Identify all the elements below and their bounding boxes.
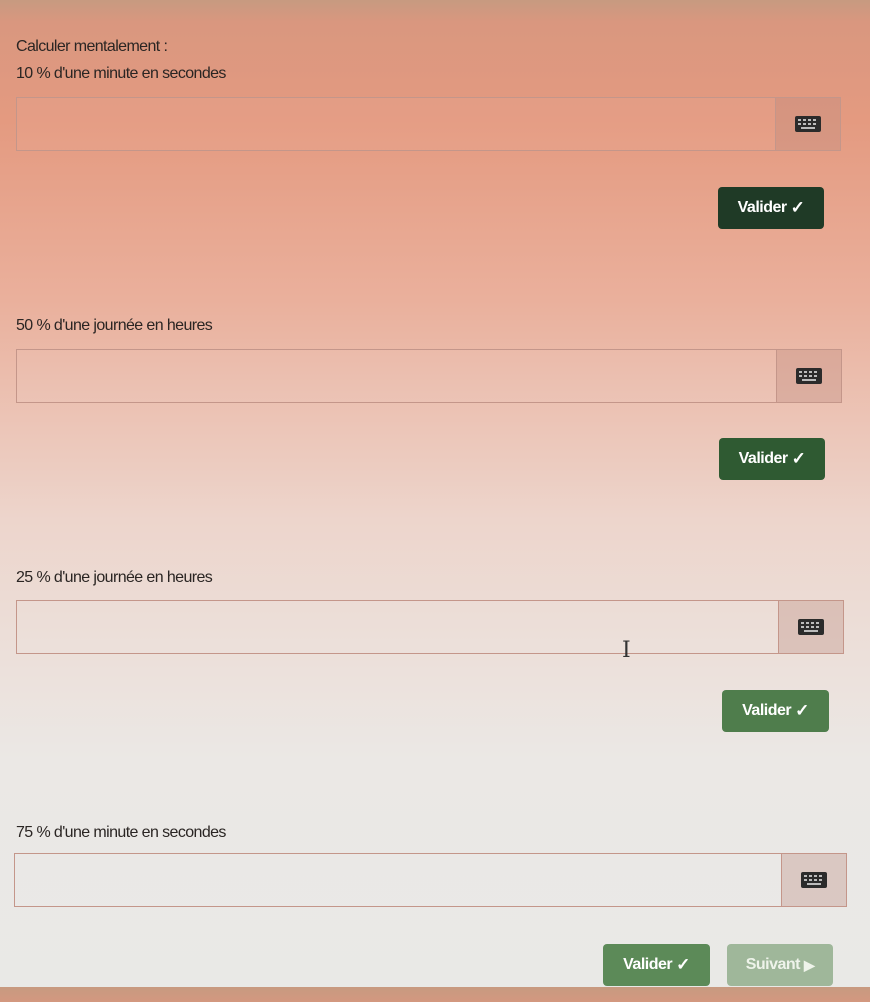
keyboard-button-4[interactable] xyxy=(781,853,847,907)
answer-field-3 xyxy=(16,600,779,654)
validate-button-4[interactable]: Valider ✓ xyxy=(603,944,710,986)
validate-button-1[interactable]: Valider ✓ xyxy=(718,187,824,229)
play-icon: ▶ xyxy=(804,956,815,973)
answer-field-2 xyxy=(16,349,777,403)
keyboard-icon xyxy=(796,368,822,384)
validate-button-3-label: Valider xyxy=(742,702,792,719)
check-icon: ✓ xyxy=(791,449,806,468)
keyboard-button-2[interactable] xyxy=(776,349,842,403)
keyboard-icon xyxy=(798,619,824,635)
question-1-label: 10 % d'une minute en secondes xyxy=(16,65,226,82)
text-cursor-icon: I xyxy=(622,638,631,663)
answer-field-4 xyxy=(14,853,782,907)
answer-input-2[interactable] xyxy=(17,350,776,402)
keyboard-button-1[interactable] xyxy=(775,97,841,151)
next-button[interactable]: Suivant ▶ xyxy=(727,944,833,986)
validate-button-3[interactable]: Valider ✓ xyxy=(722,690,829,732)
keyboard-icon xyxy=(801,872,827,888)
answer-field-1 xyxy=(16,97,776,151)
keyboard-button-3[interactable] xyxy=(778,600,844,654)
answer-input-3[interactable] xyxy=(17,601,778,653)
next-button-label: Suivant xyxy=(745,956,801,973)
validate-button-4-label: Valider xyxy=(623,956,673,973)
answer-input-4[interactable] xyxy=(15,854,781,906)
validate-button-2[interactable]: Valider ✓ xyxy=(719,438,825,480)
check-icon: ✓ xyxy=(795,701,809,720)
question-2-label: 50 % d'une journée en heures xyxy=(16,317,213,334)
exercise-title: Calculer mentalement : xyxy=(16,38,168,55)
validate-button-1-label: Valider xyxy=(737,199,787,216)
validate-button-2-label: Valider xyxy=(738,450,788,467)
answer-input-1[interactable] xyxy=(17,98,775,150)
check-icon: ✓ xyxy=(790,198,805,217)
question-4-label: 75 % d'une minute en secondes xyxy=(16,824,226,841)
question-3-label: 25 % d'une journée en heures xyxy=(16,569,213,586)
check-icon: ✓ xyxy=(676,955,690,974)
keyboard-icon xyxy=(795,116,821,132)
